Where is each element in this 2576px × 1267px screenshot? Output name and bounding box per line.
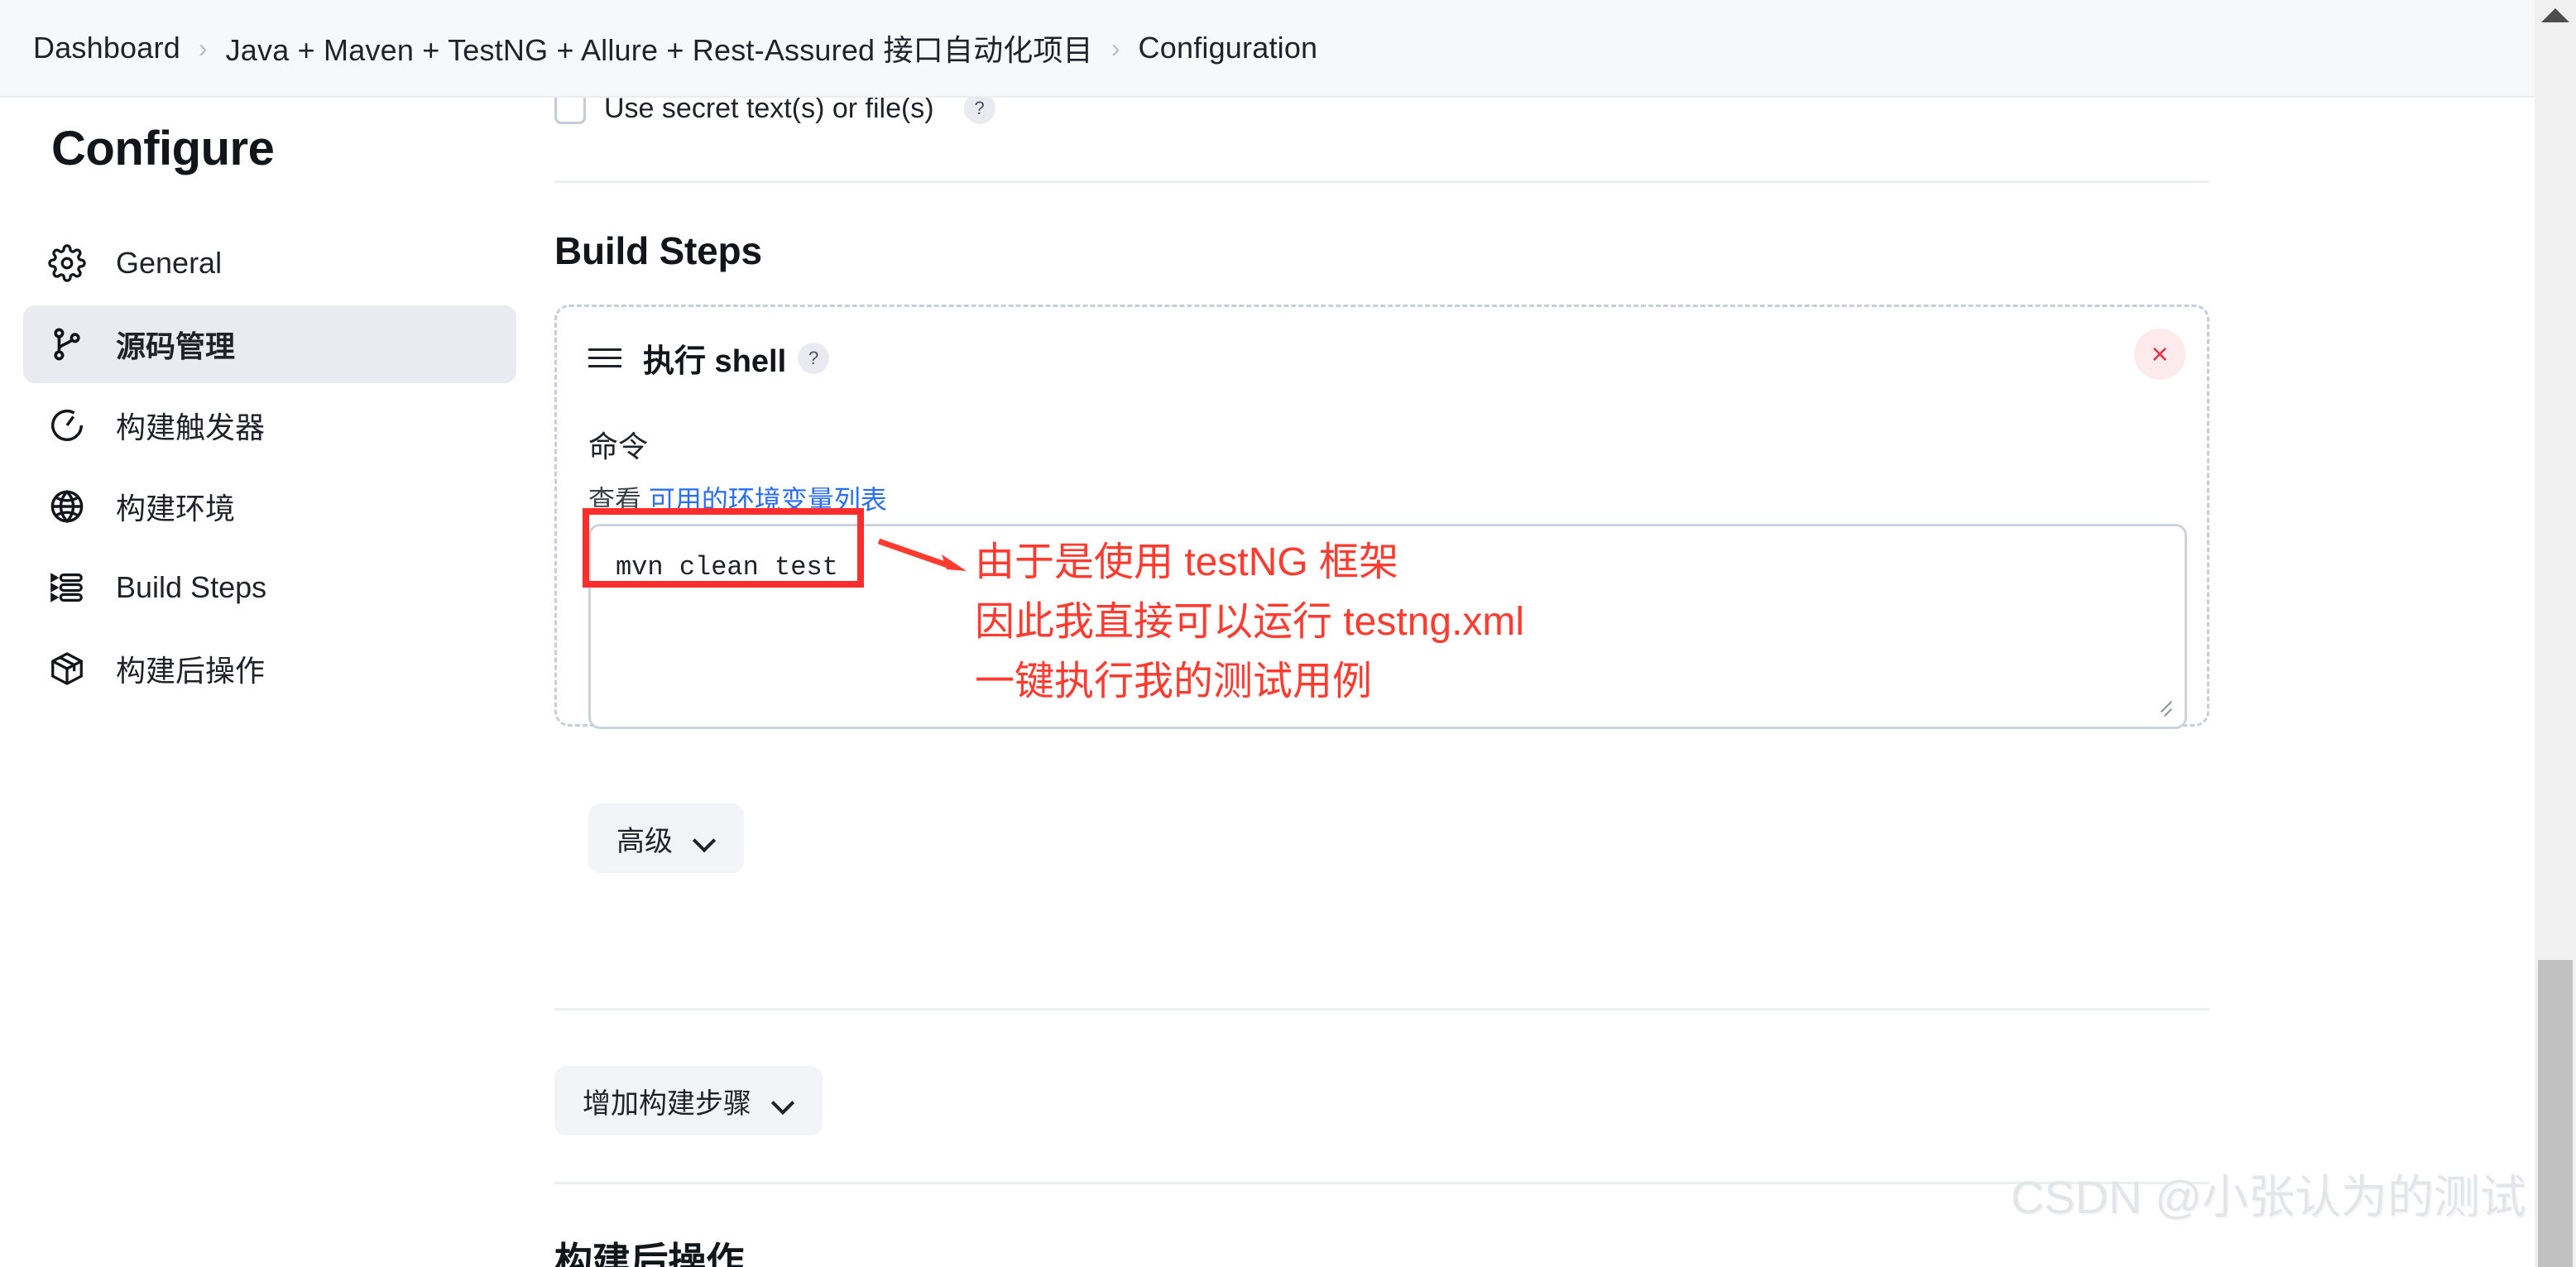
sidebar-item-build-triggers[interactable]: 构建触发器 xyxy=(23,386,516,464)
sidebar-item-label: 构建后操作 xyxy=(116,654,266,688)
sidebar-item-label: 源码管理 xyxy=(116,329,236,363)
clock-icon xyxy=(45,403,89,448)
help-icon[interactable]: ? xyxy=(963,98,995,124)
divider xyxy=(554,1008,2209,1010)
command-input[interactable] xyxy=(588,524,2187,729)
build-step-shell-panel: 执行 shell ? × 命令 查看 可用的环境变量列表 高级 xyxy=(554,305,2209,873)
git-branch-icon xyxy=(45,322,89,367)
chevron-down-icon xyxy=(694,833,716,845)
sidebar-item-label: 构建触发器 xyxy=(116,410,266,444)
gear-icon xyxy=(45,241,89,286)
build-steps-heading: Build Steps xyxy=(554,229,762,272)
breadcrumb-item-project[interactable]: Java + Maven + TestNG + Allure + Rest-As… xyxy=(226,26,1093,70)
sidebar: Configure General 源码管理 构建触发器 构建环境 Build … xyxy=(0,98,530,1267)
page-title: Configure xyxy=(51,122,275,175)
add-build-step-button[interactable]: 增加构建步骤 xyxy=(554,1066,823,1135)
shell-step-title: 执行 shell xyxy=(643,344,787,379)
page-root: Dashboard › Java + Maven + TestNG + Allu… xyxy=(0,0,2576,1267)
advanced-button[interactable]: 高级 xyxy=(588,804,744,873)
advanced-button-label: 高级 xyxy=(616,825,673,857)
use-secret-checkbox[interactable] xyxy=(554,98,586,124)
scrollbar-thumb[interactable] xyxy=(2538,960,2573,1267)
breadcrumb-separator-icon: › xyxy=(1111,32,1120,63)
help-icon[interactable]: ? xyxy=(798,342,830,374)
sidebar-item-build-steps[interactable]: Build Steps xyxy=(23,549,516,626)
drag-handle-icon[interactable] xyxy=(588,343,621,373)
add-build-step-label: 增加构建步骤 xyxy=(583,1087,751,1120)
sidebar-item-label: General xyxy=(116,246,223,280)
divider xyxy=(554,1182,2209,1184)
breadcrumb: Dashboard › Java + Maven + TestNG + Allu… xyxy=(0,0,2535,98)
sidebar-item-post-build[interactable]: 构建后操作 xyxy=(23,630,516,708)
sidebar-item-scm[interactable]: 源码管理 xyxy=(23,305,516,383)
globe-icon xyxy=(45,484,89,529)
sidebar-item-label: 构建环境 xyxy=(116,492,236,526)
close-icon[interactable]: × xyxy=(2134,329,2185,380)
use-secret-label: Use secret text(s) or file(s) xyxy=(604,98,934,124)
sidebar-item-label: Build Steps xyxy=(116,570,267,604)
list-steps-icon xyxy=(45,565,89,610)
breadcrumb-separator-icon: › xyxy=(198,32,208,63)
env-variables-hint: 查看 可用的环境变量列表 xyxy=(588,479,887,517)
package-box-icon xyxy=(45,646,89,691)
divider xyxy=(554,180,2209,183)
env-variables-link[interactable]: 可用的环境变量列表 xyxy=(649,485,887,515)
panel-header: 执行 shell ? xyxy=(588,335,830,381)
main-content: Use secret text(s) or file(s) ? Build St… xyxy=(530,98,2535,1267)
scroll-up-arrow-icon[interactable] xyxy=(2541,8,2569,22)
command-label: 命令 xyxy=(588,430,649,463)
chevron-down-icon xyxy=(773,1095,794,1107)
breadcrumb-item-configuration[interactable]: Configuration xyxy=(1139,31,1318,65)
use-secret-checkbox-row[interactable]: Use secret text(s) or file(s) ? xyxy=(554,98,995,127)
env-hint-prefix: 查看 xyxy=(588,485,642,515)
breadcrumb-item-dashboard[interactable]: Dashboard xyxy=(33,31,180,65)
sidebar-item-build-environment[interactable]: 构建环境 xyxy=(23,468,516,545)
sidebar-item-general[interactable]: General xyxy=(23,224,516,302)
scrollbar[interactable] xyxy=(2535,0,2576,1267)
post-build-heading: 构建后操作 xyxy=(554,1240,745,1267)
